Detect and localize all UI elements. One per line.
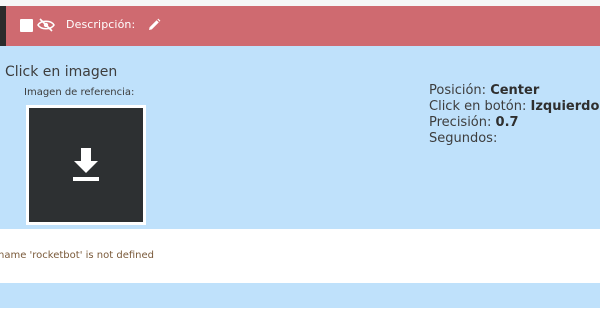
- error-message: name 'rocketbot' is not defined: [0, 250, 154, 261]
- property-value: 0.7: [495, 115, 519, 130]
- command-body: Click en imagen Imagen de referencia: Po…: [0, 46, 600, 229]
- error-panel: name 'rocketbot' is not defined: [0, 229, 600, 283]
- property-position: Posición: Center: [429, 83, 599, 99]
- checkbox-icon[interactable]: [20, 19, 33, 32]
- reference-image-placeholder: [29, 108, 143, 222]
- footer-gap: [0, 308, 600, 315]
- property-label: Posición:: [429, 83, 491, 98]
- property-value: Izquierdo: [530, 99, 600, 114]
- property-precision: Precisión: 0.7: [429, 115, 599, 131]
- reference-image: [26, 105, 146, 225]
- property-seconds: Segundos:: [429, 131, 599, 147]
- property-value: Center: [490, 83, 540, 98]
- properties-list: Posición: Center Click en botón: Izquier…: [429, 83, 599, 147]
- reference-image-label: Imagen de referencia:: [24, 87, 135, 98]
- drag-handle[interactable]: [0, 6, 6, 46]
- property-label: Click en botón:: [429, 99, 531, 114]
- pencil-icon[interactable]: [147, 18, 161, 32]
- property-label: Precisión:: [429, 115, 496, 130]
- command-title: Click en imagen: [5, 64, 118, 80]
- description-label: Descripción:: [66, 18, 136, 31]
- command-header[interactable]: Descripción:: [0, 6, 600, 46]
- eye-slash-icon[interactable]: [37, 18, 55, 32]
- property-click-button: Click en botón: Izquierdo: [429, 99, 599, 115]
- property-label: Segundos:: [429, 131, 498, 146]
- download-icon: [73, 148, 99, 181]
- next-command-block[interactable]: [0, 283, 600, 308]
- command-block: Descripción: Click en imagen Imagen de r…: [0, 0, 600, 315]
